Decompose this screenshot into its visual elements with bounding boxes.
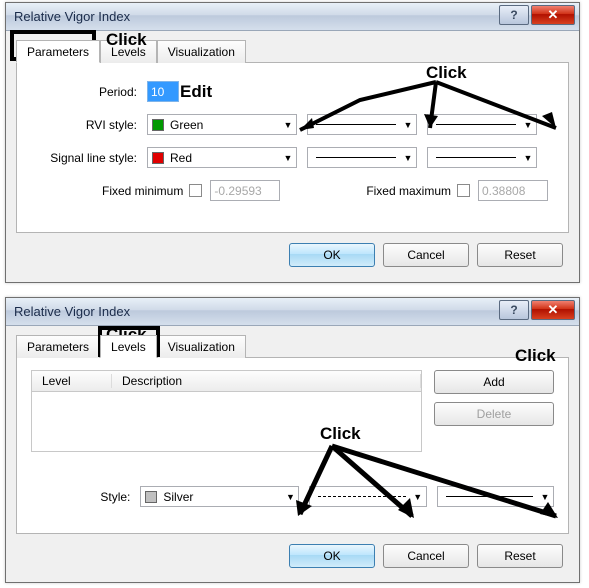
chevron-down-icon: ▼ [520, 153, 536, 163]
chevron-down-icon: ▼ [537, 492, 553, 502]
tab-label: Levels [111, 45, 146, 59]
button-label: Cancel [407, 248, 444, 262]
cancel-button[interactable]: Cancel [383, 544, 469, 568]
combo-text: Green [170, 118, 203, 132]
fixed-max-label: Fixed maximum [366, 184, 451, 198]
tab-label: Parameters [27, 340, 89, 354]
button-label: Delete [477, 407, 512, 421]
line-sample-icon [316, 157, 396, 158]
fixed-max-value [478, 180, 548, 201]
levels-list-body[interactable] [31, 392, 422, 452]
add-button[interactable]: Add [434, 370, 554, 394]
button-label: OK [323, 248, 340, 262]
fixed-min-label: Fixed minimum [102, 184, 183, 198]
dialog-rvi-levels: Relative Vigor Index ? ✕ Parameters Leve… [5, 297, 580, 583]
cancel-button[interactable]: Cancel [383, 243, 469, 267]
dialog-rvi-parameters: Relative Vigor Index ? ✕ Parameters Leve… [5, 2, 580, 283]
titlebar[interactable]: Relative Vigor Index ? ✕ [6, 298, 579, 326]
levels-list-header: Level Description [31, 370, 422, 392]
color-swatch-icon [152, 152, 164, 164]
ok-button[interactable]: OK [289, 544, 375, 568]
tab-strip: Parameters Levels Visualization [16, 39, 569, 63]
close-button[interactable]: ✕ [531, 5, 575, 25]
style-linestyle-combo[interactable]: ▼ [309, 486, 426, 507]
chevron-down-icon: ▼ [280, 120, 296, 130]
col-description[interactable]: Description [112, 374, 421, 388]
tab-parameters[interactable]: Parameters [16, 335, 100, 358]
period-input[interactable] [147, 81, 179, 102]
line-sample-icon [436, 124, 516, 125]
chevron-down-icon: ▼ [410, 492, 426, 502]
tab-label: Visualization [168, 45, 235, 59]
color-swatch-icon [145, 491, 157, 503]
chevron-down-icon: ▼ [400, 153, 416, 163]
tab-parameters[interactable]: Parameters [16, 40, 100, 63]
dialog-title: Relative Vigor Index [14, 9, 130, 24]
help-button[interactable]: ? [499, 5, 529, 25]
chevron-down-icon: ▼ [282, 492, 298, 502]
color-swatch-icon [152, 119, 164, 131]
combo-text: Silver [163, 490, 193, 504]
titlebar[interactable]: Relative Vigor Index ? ✕ [6, 3, 579, 31]
button-label: Reset [504, 248, 535, 262]
tab-strip: Parameters Levels Visualization [16, 334, 569, 358]
fixed-min-value [210, 180, 280, 201]
style-linewidth-combo[interactable]: ▼ [437, 486, 554, 507]
signal-color-combo[interactable]: Red ▼ [147, 147, 297, 168]
line-sample-icon [436, 157, 516, 158]
button-label: Cancel [407, 549, 444, 563]
tab-levels[interactable]: Levels [100, 40, 157, 63]
help-button[interactable]: ? [499, 300, 529, 320]
button-label: Reset [504, 549, 535, 563]
close-button[interactable]: ✕ [531, 300, 575, 320]
line-sample-icon [318, 496, 405, 497]
tab-visualization[interactable]: Visualization [157, 335, 246, 358]
ok-button[interactable]: OK [289, 243, 375, 267]
style-color-combo[interactable]: Silver ▼ [140, 486, 299, 507]
dialog-title: Relative Vigor Index [14, 304, 130, 319]
tab-visualization[interactable]: Visualization [157, 40, 246, 63]
signal-style-label: Signal line style: [37, 151, 147, 165]
style-label: Style: [31, 490, 140, 504]
chevron-down-icon: ▼ [520, 120, 536, 130]
tab-content-levels: Level Description Add Delete Style: Silv… [16, 358, 569, 534]
signal-linewidth-combo[interactable]: ▼ [427, 147, 537, 168]
signal-linestyle-combo[interactable]: ▼ [307, 147, 417, 168]
reset-button[interactable]: Reset [477, 544, 563, 568]
period-label: Period: [37, 85, 147, 99]
combo-text: Red [170, 151, 192, 165]
tab-content-parameters: Period: RVI style: Green ▼ ▼ ▼ [16, 63, 569, 233]
tab-label: Levels [111, 340, 146, 354]
fixed-min-checkbox[interactable] [189, 184, 202, 197]
tab-label: Parameters [27, 45, 89, 59]
rvi-style-label: RVI style: [37, 118, 147, 132]
delete-button: Delete [434, 402, 554, 426]
tab-levels[interactable]: Levels [100, 335, 157, 358]
tab-label: Visualization [168, 340, 235, 354]
chevron-down-icon: ▼ [280, 153, 296, 163]
col-level[interactable]: Level [32, 374, 112, 388]
chevron-down-icon: ▼ [400, 120, 416, 130]
rvi-color-combo[interactable]: Green ▼ [147, 114, 297, 135]
button-label: Add [483, 375, 504, 389]
reset-button[interactable]: Reset [477, 243, 563, 267]
fixed-max-checkbox[interactable] [457, 184, 470, 197]
button-label: OK [323, 549, 340, 563]
line-sample-icon [316, 124, 396, 125]
rvi-linewidth-combo[interactable]: ▼ [427, 114, 537, 135]
rvi-linestyle-combo[interactable]: ▼ [307, 114, 417, 135]
line-sample-icon [446, 496, 533, 497]
